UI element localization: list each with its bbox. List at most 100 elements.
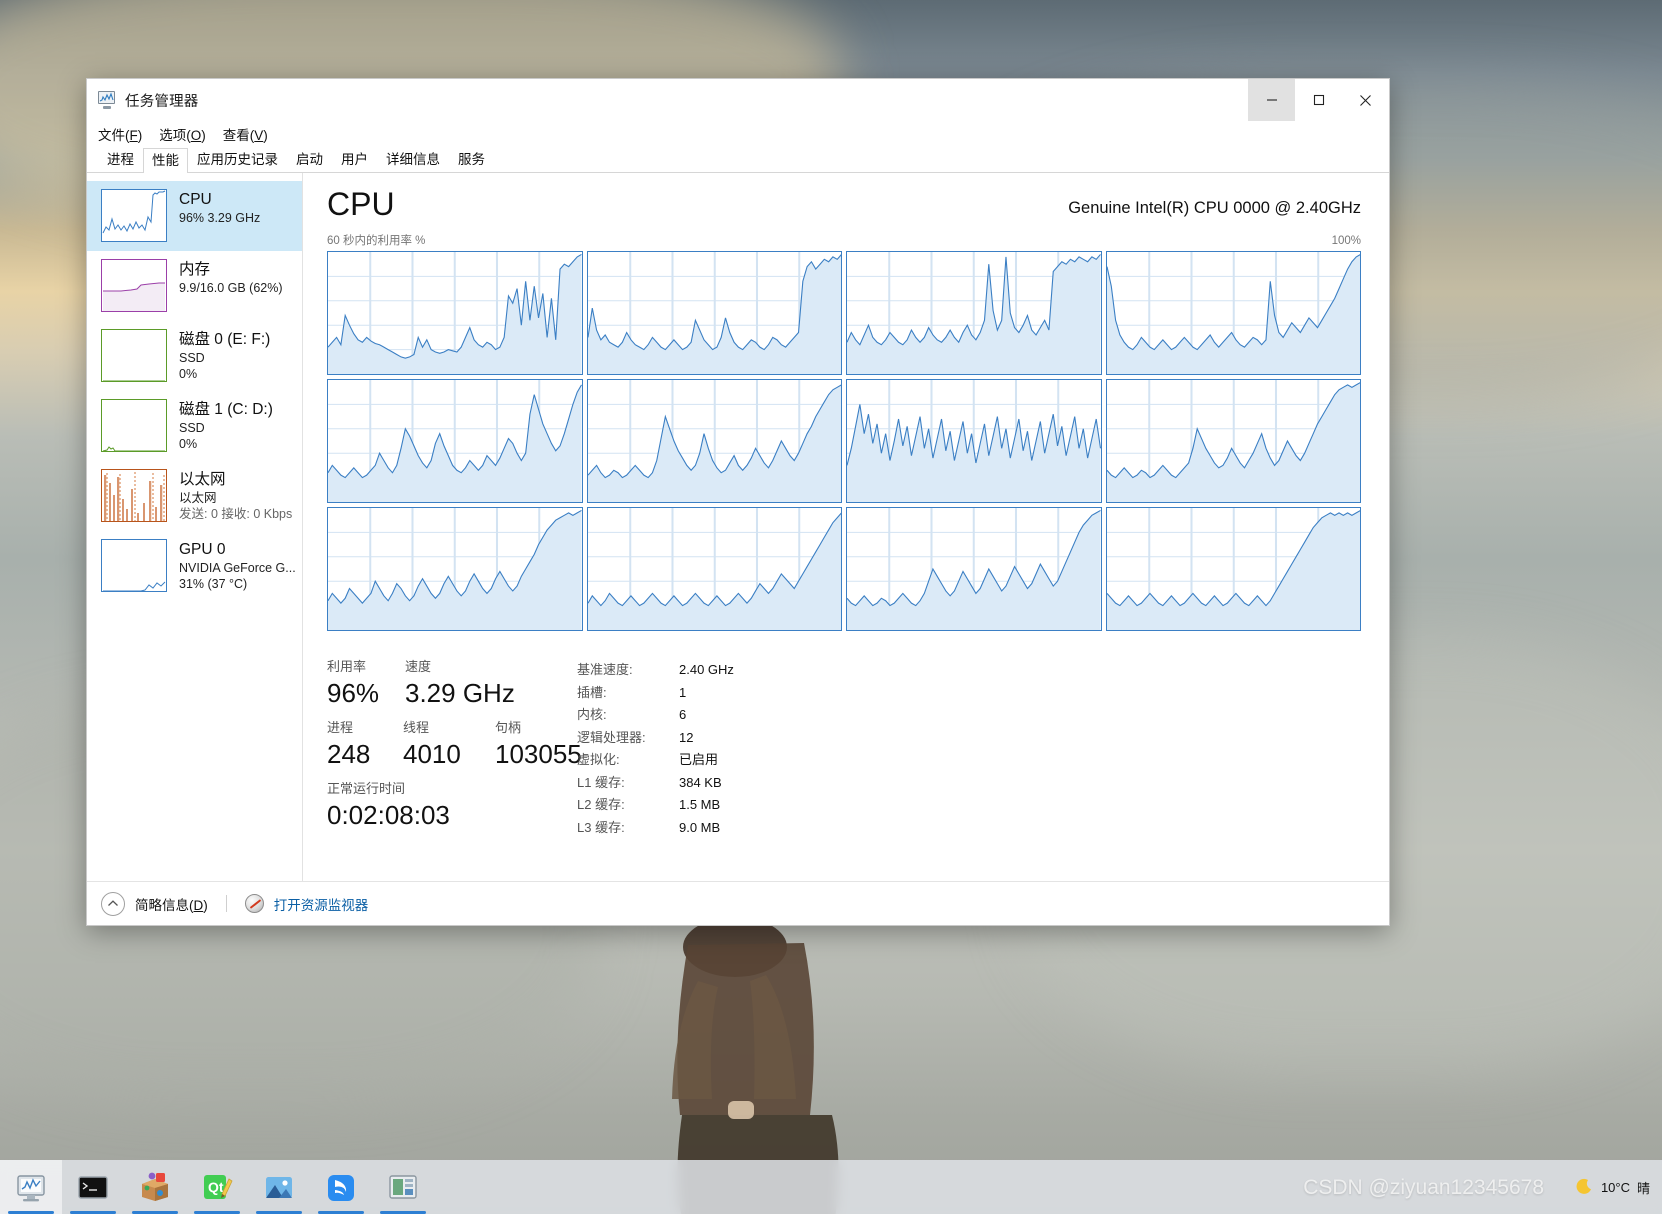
cpu-core-graph	[327, 507, 583, 631]
processes-value: 248	[327, 739, 371, 769]
sidebar-item-gpu0[interactable]: GPU 0 NVIDIA GeForce G... 31% (37 °C)	[87, 531, 302, 601]
photos-icon	[262, 1170, 296, 1204]
cpu-core-graph	[586, 507, 842, 631]
logical-processor-grid	[327, 251, 1361, 631]
cpu-core-graph	[1105, 251, 1361, 375]
resource-monitor-icon	[244, 894, 264, 913]
system-tray-weather[interactable]: 10°C 晴	[1574, 1177, 1662, 1197]
weather-temperature: 10°C	[1600, 1179, 1630, 1195]
stat-handles: 句柄 103055	[495, 718, 582, 771]
spec-row: 逻辑处理器: 12	[577, 727, 734, 750]
tab-processes[interactable]: 进程	[98, 147, 143, 172]
stats-row-counts: 进程 248 线程 4010 句柄 103055	[327, 718, 582, 771]
memory-thumbnail-graph	[101, 259, 167, 312]
spec-value: 384 KB	[679, 774, 722, 790]
stat-utilization: 利用率 96%	[327, 657, 391, 710]
sidebar-disk1-title: 磁盘 1 (C: D:)	[179, 401, 273, 418]
spec-row: 基准速度: 2.40 GHz	[577, 659, 734, 682]
cpu-core-graph	[846, 379, 1102, 503]
moon-icon	[1574, 1177, 1594, 1197]
stats-section: 利用率 96% 速度 3.29 GHz 进程 248 线程 4010 句柄 10…	[327, 657, 1361, 881]
threads-label: 线程	[403, 720, 430, 735]
tab-details[interactable]: 详细信息	[377, 147, 449, 172]
sidebar-item-disk1[interactable]: 磁盘 1 (C: D:) SSD 0%	[87, 391, 302, 461]
menu-view[interactable]: 查看(V)	[223, 124, 268, 144]
spec-row: 插槽: 1	[577, 682, 734, 705]
taskbar-package[interactable]	[124, 1160, 186, 1214]
cpu-specs-list: 基准速度: 2.40 GHz 插槽: 1 内核: 6 逻辑处理器: 12 虚拟化: 已启用 L1 缓…	[577, 657, 734, 881]
stat-speed: 速度 3.29 GHz	[405, 657, 515, 710]
minimize-button[interactable]	[1248, 79, 1295, 121]
utilization-value: 96%	[327, 678, 380, 708]
spec-value: 9.0 MB	[679, 819, 721, 835]
spec-key: L1 缓存:	[577, 774, 625, 790]
sidebar-item-disk0[interactable]: 磁盘 0 (E: F:) SSD 0%	[87, 321, 302, 391]
sidebar-item-memory[interactable]: 内存 9.9/16.0 GB (62%)	[87, 251, 302, 321]
speed-value: 3.29 GHz	[405, 678, 515, 708]
qt-creator-icon: Qt	[200, 1170, 234, 1204]
svg-text:Qt: Qt	[208, 1179, 224, 1195]
chevron-up-icon[interactable]	[101, 891, 125, 916]
spec-row: L1 缓存: 384 KB	[577, 772, 734, 795]
sidebar-item-ethernet[interactable]: 以太网 以太网 发送: 0 接收: 0 Kbps	[87, 461, 302, 531]
processes-label: 进程	[327, 720, 354, 735]
sidebar-ethernet-throughput: 发送: 0 接收: 0 Kbps	[179, 507, 293, 521]
spec-value: 6	[679, 707, 687, 722]
sidebar-item-cpu[interactable]: CPU 96% 3.29 GHz	[87, 181, 302, 251]
taskbar-media-player[interactable]	[310, 1160, 372, 1214]
taskbar-window-app[interactable]	[372, 1160, 434, 1214]
fewer-details-button[interactable]: 简略信息(D)	[135, 894, 208, 914]
cpu-core-graph	[1105, 507, 1361, 631]
taskbar-terminal[interactable]	[62, 1160, 124, 1214]
graph-axis-labels: 60 秒内的利用率 % 100%	[327, 232, 1361, 248]
stats-left-column: 利用率 96% 速度 3.29 GHz 进程 248 线程 4010 句柄 10…	[327, 657, 582, 881]
window-body: CPU 96% 3.29 GHz 内存 9.9/16.0 GB (62%) 磁盘…	[87, 173, 1389, 881]
sidebar-disk1-usage: 0%	[179, 437, 198, 451]
tab-startup[interactable]: 启动	[287, 147, 332, 172]
taskbar-task-manager[interactable]	[0, 1160, 62, 1214]
disk1-thumbnail-graph	[101, 399, 167, 452]
spec-row: 虚拟化: 已启用	[577, 749, 734, 772]
maximize-button[interactable]	[1295, 79, 1342, 121]
task-manager-icon	[97, 91, 117, 109]
menu-options[interactable]: 选项(O)	[159, 124, 206, 144]
resource-sidebar: CPU 96% 3.29 GHz 内存 9.9/16.0 GB (62%) 磁盘…	[87, 173, 303, 881]
taskbar-qt-creator[interactable]: Qt	[186, 1160, 248, 1214]
sidebar-ethernet-text: 以太网 以太网 发送: 0 接收: 0 Kbps	[179, 469, 292, 522]
footer-divider	[225, 895, 227, 912]
sidebar-ethernet-title: 以太网	[179, 471, 226, 488]
spec-value: 1	[679, 684, 687, 700]
sidebar-disk1-type: SSD	[179, 421, 205, 435]
open-resource-monitor-link[interactable]: 打开资源监视器	[274, 894, 369, 914]
stat-threads: 线程 4010	[403, 718, 481, 771]
uptime-value: 0:02:08:03	[327, 800, 450, 830]
spec-row: L2 缓存: 1.5 MB	[577, 794, 734, 817]
cpu-core-graph	[327, 251, 583, 375]
handles-value: 103055	[495, 739, 582, 769]
sidebar-disk0-text: 磁盘 0 (E: F:) SSD 0%	[179, 329, 270, 382]
window-titlebar[interactable]: 任务管理器	[87, 79, 1389, 121]
package-box-icon	[138, 1170, 172, 1204]
page-title: CPU	[327, 186, 395, 222]
menu-file[interactable]: 文件(F)	[98, 124, 142, 144]
spec-key: 插槽:	[577, 684, 607, 700]
close-button[interactable]	[1342, 79, 1389, 121]
tab-users[interactable]: 用户	[332, 147, 377, 172]
sidebar-disk0-usage: 0%	[179, 367, 198, 381]
tab-app-history[interactable]: 应用历史记录	[188, 147, 287, 172]
tab-services[interactable]: 服务	[449, 147, 494, 172]
sidebar-cpu-title: CPU	[179, 191, 212, 208]
speed-label: 速度	[405, 659, 432, 674]
tab-performance[interactable]: 性能	[143, 148, 188, 173]
uptime-label: 正常运行时间	[327, 781, 406, 796]
main-header: CPU Genuine Intel(R) CPU 0000 @ 2.40GHz	[327, 185, 1361, 223]
handles-label: 句柄	[495, 720, 522, 735]
spec-key: 基准速度:	[577, 662, 633, 677]
sidebar-memory-sub: 9.9/16.0 GB (62%)	[179, 281, 283, 295]
cpu-model-label: Genuine Intel(R) CPU 0000 @ 2.40GHz	[1068, 199, 1361, 217]
sidebar-gpu0-model: NVIDIA GeForce G...	[179, 561, 296, 575]
sidebar-disk0-type: SSD	[179, 351, 205, 365]
spec-value: 已启用	[679, 752, 719, 767]
taskbar-photos[interactable]	[248, 1160, 310, 1214]
performance-main-panel: CPU Genuine Intel(R) CPU 0000 @ 2.40GHz …	[303, 173, 1389, 881]
